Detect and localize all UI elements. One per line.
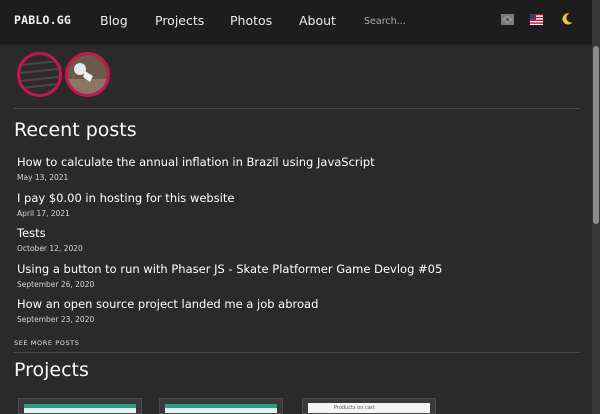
site-logo[interactable]: PABLO.GG xyxy=(14,13,71,27)
post-title[interactable]: How to calculate the annual inflation in… xyxy=(17,155,375,169)
post-date: October 12, 2020 xyxy=(17,244,83,253)
top-header: PABLO.GG Blog Projects Photos About xyxy=(0,0,600,43)
project-thumbnail xyxy=(165,404,277,413)
search-input[interactable] xyxy=(356,10,486,32)
see-more-posts-link[interactable]: SEE MORE POSTS xyxy=(14,339,79,347)
nav-blog[interactable]: Blog xyxy=(100,13,128,28)
post-title[interactable]: Tests xyxy=(17,226,46,240)
project-card[interactable] xyxy=(18,398,142,414)
moon-icon[interactable] xyxy=(560,12,574,26)
post-date: September 26, 2020 xyxy=(17,280,95,289)
project-card[interactable]: Products on cart xyxy=(302,398,436,414)
recent-posts-heading: Recent posts xyxy=(14,119,137,141)
post-title[interactable]: I pay $0.00 in hosting for this website xyxy=(17,191,235,205)
project-thumbnail xyxy=(24,404,136,413)
divider-bottom xyxy=(14,352,580,353)
avatar-primary xyxy=(17,52,62,97)
nav-photos[interactable]: Photos xyxy=(230,13,272,28)
brazil-flag-icon[interactable] xyxy=(501,14,514,25)
us-flag-icon[interactable] xyxy=(530,14,543,25)
post-date: May 13, 2021 xyxy=(17,173,69,182)
project-thumbnail: Products on cart xyxy=(308,403,430,413)
nav-about[interactable]: About xyxy=(299,13,336,28)
avatar-secondary xyxy=(65,52,110,97)
post-date: September 23, 2020 xyxy=(17,315,95,324)
projects-heading: Projects xyxy=(14,359,89,381)
post-title[interactable]: Using a button to run with Phaser JS - S… xyxy=(17,262,442,276)
project-card[interactable] xyxy=(159,398,283,414)
scrollbar-thumb[interactable] xyxy=(593,46,599,224)
divider-top xyxy=(14,108,580,109)
post-title[interactable]: How an open source project landed me a j… xyxy=(17,297,318,311)
post-date: April 17, 2021 xyxy=(17,209,70,218)
nav-projects[interactable]: Projects xyxy=(155,13,204,28)
